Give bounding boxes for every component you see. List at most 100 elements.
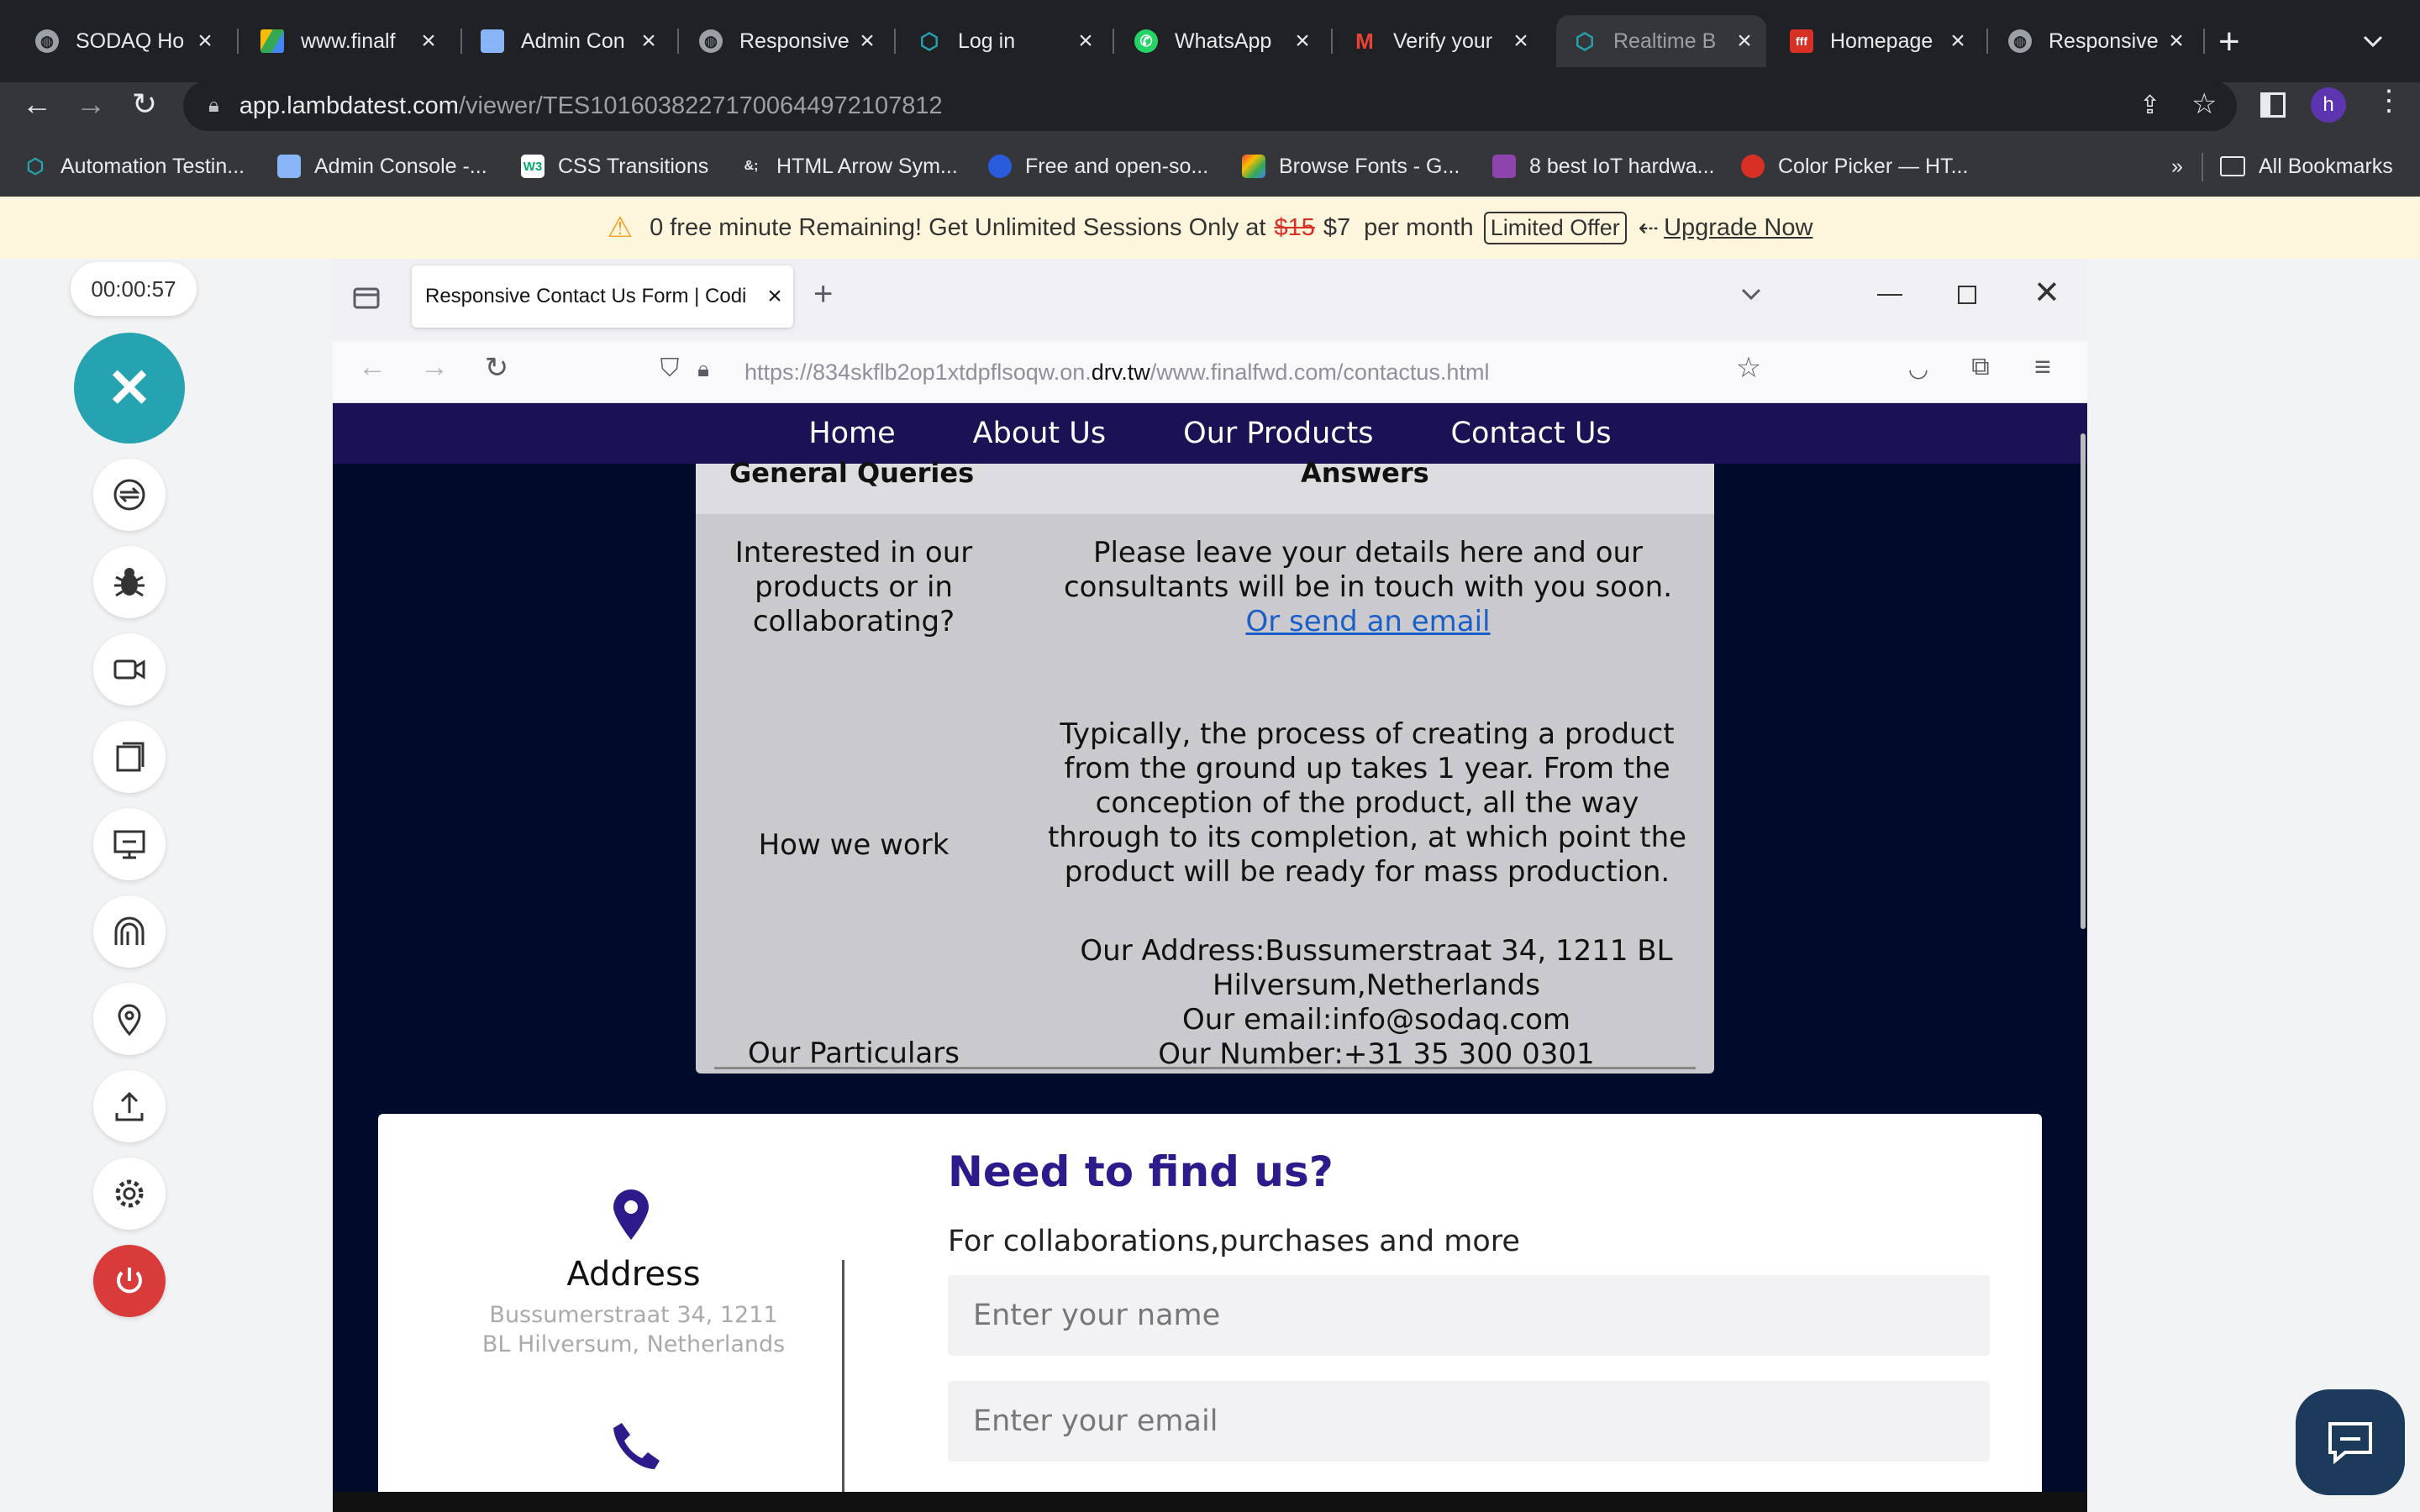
admin-icon bbox=[481, 29, 504, 53]
nav-about-us[interactable]: About Us bbox=[973, 417, 1106, 450]
close-tab-icon[interactable]: × bbox=[852, 27, 882, 55]
chat-support-button[interactable] bbox=[2296, 1389, 2405, 1495]
bookmark-star-icon[interactable]: ☆ bbox=[1728, 351, 1770, 385]
close-tab-icon[interactable]: × bbox=[1071, 27, 1101, 55]
tunnel-button[interactable] bbox=[93, 895, 166, 968]
browser-tab[interactable]: ◍ SODAQ Ho × bbox=[18, 15, 227, 67]
browser-tab[interactable]: ⬡ Log in × bbox=[901, 15, 1107, 67]
nav-our-products[interactable]: Our Products bbox=[1183, 417, 1373, 450]
faq-question: How we work bbox=[758, 828, 950, 862]
close-tab-icon[interactable]: × bbox=[190, 27, 220, 55]
browser-tab[interactable]: www.finalf × bbox=[244, 15, 450, 67]
switch-icon bbox=[113, 479, 145, 511]
phone-icon bbox=[607, 1418, 666, 1477]
bookmark-item[interactable]: W3 CSS Transitions bbox=[521, 150, 708, 183]
old-price: $15 bbox=[1274, 213, 1315, 241]
close-tab-icon[interactable]: × bbox=[1729, 27, 1760, 55]
fff-icon: fff bbox=[1790, 29, 1813, 53]
close-tab-icon[interactable]: × bbox=[2161, 27, 2191, 55]
faq-question: Interested in our products or in collabo… bbox=[734, 536, 973, 638]
new-tab-icon[interactable]: + bbox=[813, 276, 833, 313]
browser-tab[interactable]: fff Homepage × bbox=[1773, 15, 1980, 67]
reload-icon[interactable]: ↻ bbox=[476, 351, 518, 385]
close-tab-icon[interactable]: × bbox=[634, 27, 664, 55]
remote-url-field[interactable]: https://834skflb2op1xtdpflsoqw.on. drv.tw… bbox=[744, 341, 1489, 403]
address-line: Our Address:Bussumerstraat 34, 1211 BL H… bbox=[1080, 934, 1673, 1002]
profile-avatar[interactable]: h bbox=[2311, 87, 2346, 123]
reload-icon[interactable]: ↻ bbox=[121, 81, 168, 128]
contact-card: Address Bussumerstraat 34, 1211 BL Hilve… bbox=[378, 1114, 2042, 1492]
mark-bug-button[interactable] bbox=[93, 546, 166, 618]
browser-tab[interactable]: ◍ Responsive × bbox=[1991, 15, 2198, 67]
list-tabs-chevron-icon[interactable] bbox=[1734, 277, 1768, 311]
record-video-button[interactable] bbox=[93, 633, 166, 706]
back-arrow-icon[interactable]: ← bbox=[351, 351, 393, 384]
browser-tab-active[interactable]: ⬡ Realtime B × bbox=[1556, 15, 1766, 67]
share-icon[interactable]: ⇪ bbox=[2139, 91, 2160, 120]
upload-button[interactable] bbox=[93, 1070, 166, 1142]
faq-header-queries: General Queries bbox=[729, 457, 975, 489]
settings-button[interactable] bbox=[93, 1158, 166, 1230]
bookmark-star-icon[interactable]: ☆ bbox=[2191, 87, 2217, 121]
close-tab-icon[interactable]: × bbox=[756, 282, 793, 311]
page-scrollbar[interactable] bbox=[2081, 433, 2086, 929]
browser-tab[interactable]: Admin Con × bbox=[464, 15, 671, 67]
new-tab-icon[interactable]: + bbox=[2218, 18, 2240, 66]
send-email-link[interactable]: Or send an email bbox=[1245, 605, 1490, 638]
tab-separator bbox=[1986, 29, 1988, 54]
bookmark-item[interactable]: 8 best IoT hardwa... bbox=[1492, 150, 1715, 183]
pocket-icon[interactable]: ◡ bbox=[1897, 354, 1939, 382]
more-bookmarks-icon[interactable]: » bbox=[2171, 150, 2183, 183]
location-pin-icon bbox=[610, 1188, 652, 1242]
restore-icon[interactable] bbox=[1958, 286, 1976, 304]
w3-icon: W3 bbox=[521, 155, 544, 178]
close-tab-icon[interactable]: × bbox=[413, 27, 444, 55]
faq-header-row: General Queries Answers bbox=[696, 457, 1714, 514]
tab-search-chevron-icon[interactable] bbox=[2356, 20, 2390, 62]
video-icon bbox=[113, 659, 145, 680]
chrome-menu-icon[interactable]: ⋮ bbox=[2375, 84, 2403, 118]
back-arrow-icon[interactable]: ← bbox=[13, 81, 60, 128]
side-panel-icon[interactable] bbox=[2260, 92, 2286, 118]
extensions-icon[interactable]: ⧉ bbox=[1960, 353, 2002, 381]
tab-overview-icon[interactable] bbox=[350, 281, 383, 314]
bookmark-item[interactable]: ⬡ Automation Testin... bbox=[24, 150, 245, 183]
screenshot-gallery-button[interactable] bbox=[93, 721, 166, 793]
globe-icon: ◍ bbox=[699, 29, 723, 53]
minimize-icon[interactable] bbox=[1877, 294, 1902, 296]
chat-bubble-icon bbox=[2328, 1422, 2372, 1465]
forward-arrow-icon[interactable]: → bbox=[67, 81, 114, 128]
bookmark-item[interactable]: &; HTML Arrow Sym... bbox=[739, 150, 958, 183]
stop-session-button[interactable] bbox=[93, 1245, 166, 1317]
switch-browser-button[interactable] bbox=[93, 459, 166, 531]
browser-tab[interactable]: M Verify your × bbox=[1336, 15, 1543, 67]
nav-contact-us[interactable]: Contact Us bbox=[1451, 417, 1612, 450]
email-input[interactable]: Enter your email bbox=[948, 1381, 1990, 1462]
globe-icon: ◍ bbox=[2008, 29, 2032, 53]
address-bar[interactable]: 🔒︎ app.lambdatest.com/viewer/TES10160382… bbox=[183, 81, 2237, 131]
browser-tab[interactable]: ✆ WhatsApp × bbox=[1118, 15, 1324, 67]
tab-separator bbox=[237, 29, 239, 54]
remote-active-tab[interactable]: Responsive Contact Us Form | Codi × bbox=[412, 265, 793, 328]
bookmark-item[interactable]: Admin Console -... bbox=[277, 150, 487, 183]
nav-home[interactable]: Home bbox=[808, 417, 895, 450]
tab-separator bbox=[2203, 29, 2205, 54]
lock-icon[interactable]: 🔒︎ bbox=[682, 356, 724, 383]
browser-tab[interactable]: ◍ Responsive × bbox=[682, 15, 889, 67]
bookmark-item[interactable]: Browse Fonts - G... bbox=[1242, 150, 1460, 183]
close-tab-icon[interactable]: × bbox=[1943, 27, 1973, 55]
resolution-button[interactable] bbox=[93, 808, 166, 880]
end-session-close-button[interactable]: ✕ bbox=[74, 333, 185, 444]
hamburger-menu-icon[interactable]: ≡ bbox=[2022, 351, 2064, 384]
all-bookmarks[interactable]: All Bookmarks bbox=[2220, 150, 2393, 183]
bookmark-item[interactable]: Free and open-so... bbox=[988, 150, 1208, 183]
bookmark-item[interactable]: Color Picker — HT... bbox=[1741, 150, 1968, 183]
forward-arrow-icon[interactable]: → bbox=[413, 351, 455, 384]
close-tab-icon[interactable]: × bbox=[1506, 27, 1536, 55]
location-pin-icon bbox=[118, 1004, 141, 1037]
window-close-icon[interactable]: ✕ bbox=[2033, 274, 2060, 312]
geolocation-button[interactable] bbox=[93, 983, 166, 1055]
close-tab-icon[interactable]: × bbox=[1287, 27, 1318, 55]
upgrade-now-link[interactable]: Upgrade Now bbox=[1664, 214, 1812, 242]
name-input[interactable]: Enter your name bbox=[948, 1275, 1990, 1356]
